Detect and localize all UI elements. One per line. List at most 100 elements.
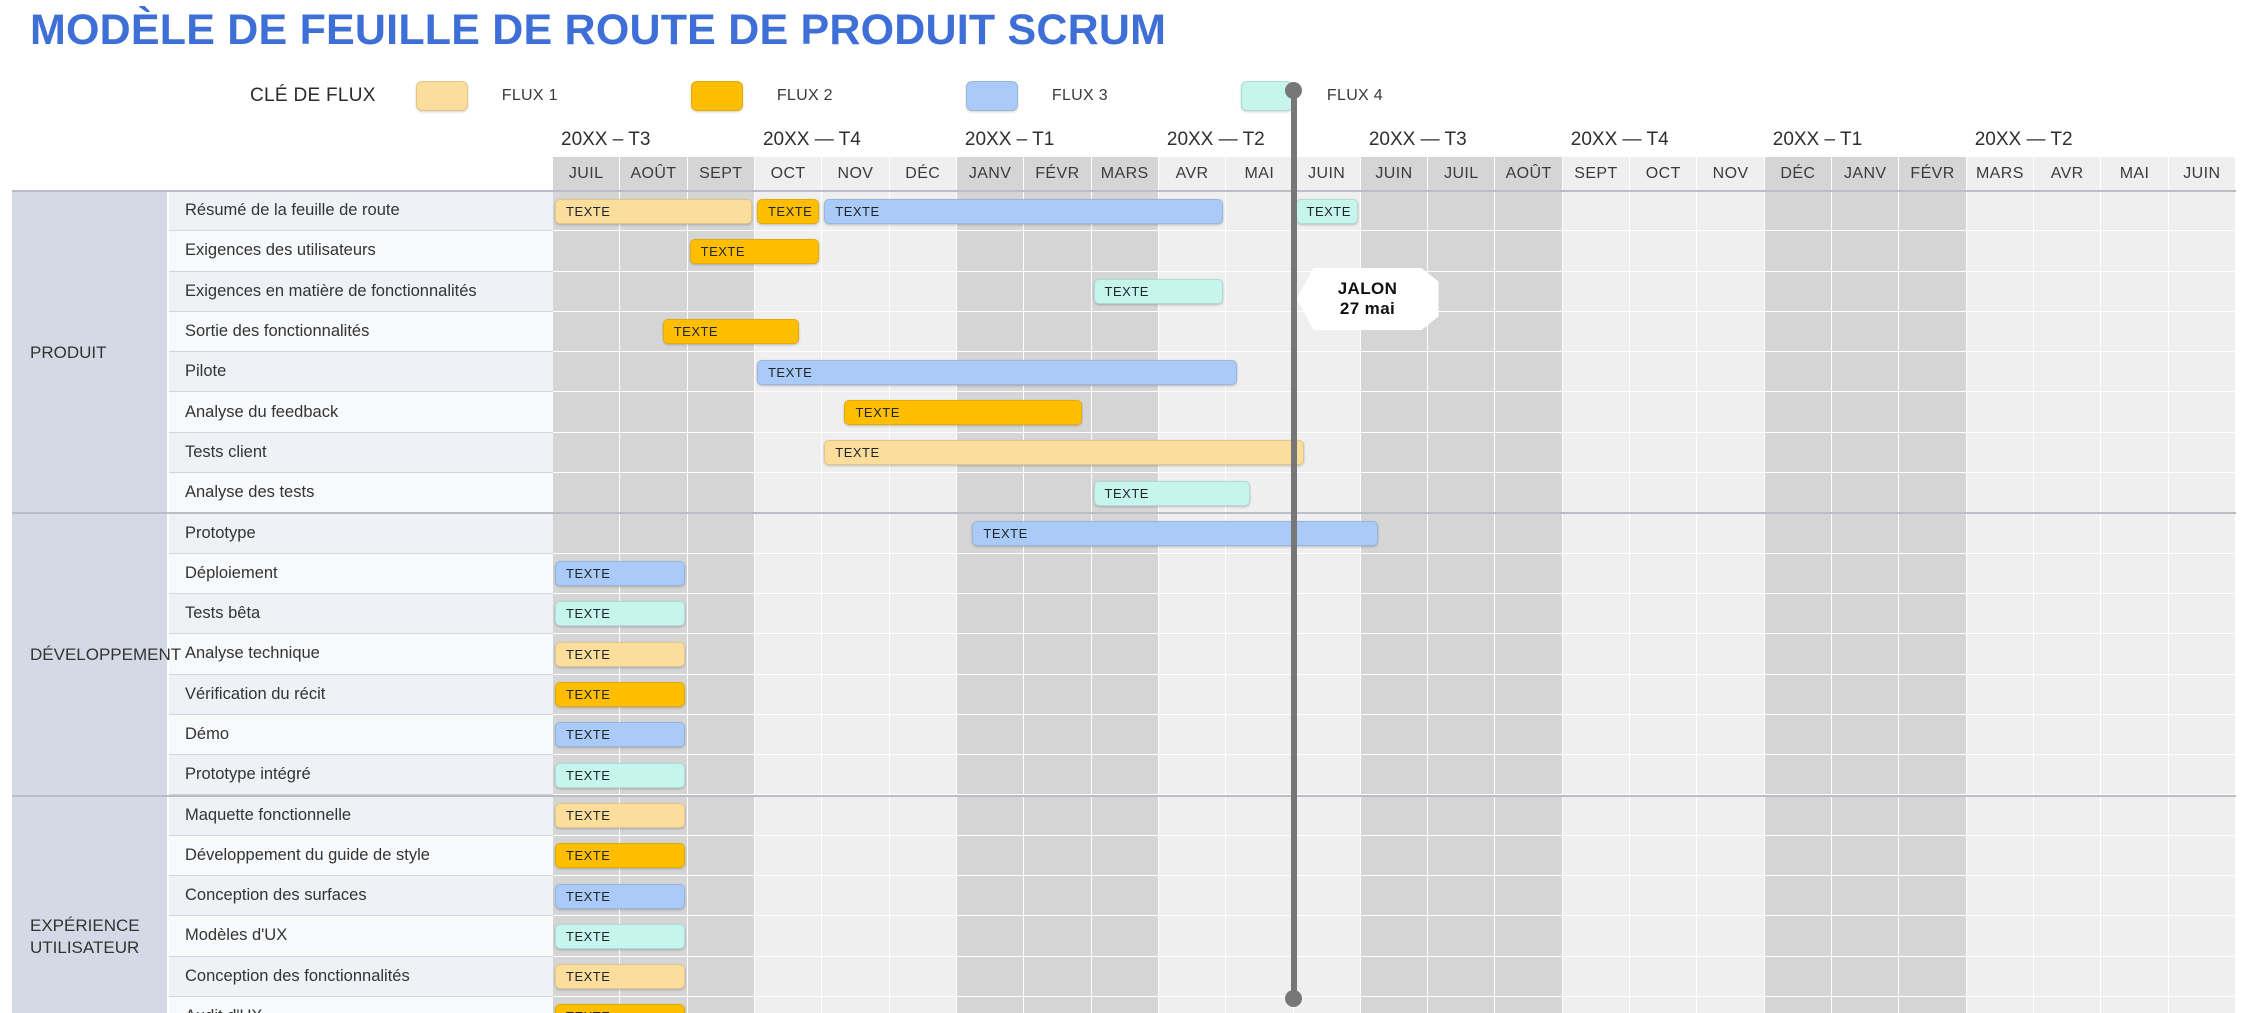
grid-cell[interactable]	[2168, 755, 2236, 796]
grid-cell[interactable]	[1158, 392, 1227, 433]
grid-cell[interactable]	[889, 311, 957, 353]
grid-cell[interactable]	[1360, 473, 1429, 514]
grid-cell[interactable]	[1832, 271, 1900, 312]
grid-cell[interactable]	[1832, 634, 1900, 675]
grid-cell[interactable]	[2168, 392, 2236, 433]
grid-cell[interactable]	[1158, 593, 1227, 635]
grid-cell[interactable]	[1899, 271, 1967, 312]
task-label[interactable]: Analyse technique	[169, 634, 553, 675]
grid-cell[interactable]	[1966, 674, 2035, 715]
task-label[interactable]: Exigences des utilisateurs	[169, 231, 553, 272]
grid-cell[interactable]	[754, 593, 823, 635]
grid-cell[interactable]	[2034, 755, 2102, 796]
grid-cell[interactable]	[889, 795, 957, 836]
grid-cell[interactable]	[754, 473, 823, 514]
grid-cell[interactable]	[1091, 876, 1159, 917]
grid-cell[interactable]	[1428, 714, 1496, 756]
grid-cell[interactable]	[1226, 392, 1294, 433]
grid-cell[interactable]	[1091, 755, 1159, 796]
task-label[interactable]: Conception des fonctionnalités	[169, 956, 553, 997]
grid-cell[interactable]	[1024, 593, 1092, 635]
grid-cell[interactable]	[754, 835, 823, 877]
grid-cell[interactable]	[1360, 392, 1429, 433]
grid-cell[interactable]	[1832, 392, 1900, 433]
grid-cell[interactable]	[1495, 593, 1563, 635]
grid-cell[interactable]	[1226, 916, 1294, 957]
task-label[interactable]: Analyse des tests	[169, 473, 553, 514]
grid-cell[interactable]	[1697, 553, 1765, 594]
grid-cell[interactable]	[1764, 835, 1833, 877]
grid-cell[interactable]	[1428, 755, 1496, 796]
grid-cell[interactable]	[553, 432, 621, 474]
grid-cell[interactable]	[956, 996, 1025, 1013]
grid-cell[interactable]	[2101, 311, 2169, 353]
grid-cell[interactable]	[1697, 835, 1765, 877]
grid-cell[interactable]	[1495, 634, 1563, 675]
grid-cell[interactable]	[2168, 593, 2236, 635]
grid-cell[interactable]	[1966, 271, 2035, 312]
grid-cell[interactable]	[1226, 835, 1294, 877]
grid-cell[interactable]	[2101, 553, 2169, 594]
grid-cell[interactable]	[1899, 231, 1967, 272]
grid-cell[interactable]	[1899, 755, 1967, 796]
grid-cell[interactable]	[1764, 714, 1833, 756]
grid-cell[interactable]	[822, 311, 890, 353]
grid-cell[interactable]	[956, 473, 1025, 514]
grid-cell[interactable]	[687, 795, 755, 836]
grid-cell[interactable]	[956, 795, 1025, 836]
grid-cell[interactable]	[1293, 956, 1361, 997]
grid-cell[interactable]	[889, 876, 957, 917]
grid-cell[interactable]	[687, 553, 755, 594]
grid-cell[interactable]	[1562, 271, 1631, 312]
grid-cell[interactable]	[822, 674, 890, 715]
grid-cell[interactable]	[1966, 392, 2035, 433]
grid-cell[interactable]	[1226, 271, 1294, 312]
grid-cell[interactable]	[1428, 513, 1496, 554]
grid-cell[interactable]	[1697, 634, 1765, 675]
grid-cell[interactable]	[1899, 593, 1967, 635]
grid-cell[interactable]	[1630, 231, 1698, 272]
grid-cell[interactable]	[1966, 956, 2035, 997]
grid-cell[interactable]	[1562, 593, 1631, 635]
grid-cell[interactable]	[1360, 916, 1429, 957]
grid-cell[interactable]	[1495, 835, 1563, 877]
grid-cell[interactable]	[1966, 634, 2035, 675]
task-label[interactable]: Prototype intégré	[169, 755, 553, 796]
grid-cell[interactable]	[822, 553, 890, 594]
grid-cell[interactable]	[1091, 593, 1159, 635]
grid-cell[interactable]	[956, 916, 1025, 957]
grid-cell[interactable]	[1966, 311, 2035, 353]
grid-cell[interactable]	[687, 674, 755, 715]
grid-cell[interactable]	[1697, 231, 1765, 272]
grid-cell[interactable]	[1428, 835, 1496, 877]
grid-cell[interactable]	[1293, 634, 1361, 675]
grid-cell[interactable]	[687, 473, 755, 514]
grid-cell[interactable]	[1966, 513, 2035, 554]
grid-cell[interactable]	[687, 755, 755, 796]
grid-cell[interactable]	[822, 916, 890, 957]
grid-cell[interactable]	[889, 674, 957, 715]
grid-cell[interactable]	[1697, 473, 1765, 514]
grid-cell[interactable]	[1966, 795, 2035, 836]
grid-cell[interactable]	[1024, 231, 1092, 272]
grid-cell[interactable]	[1158, 755, 1227, 796]
grid-cell[interactable]	[1697, 876, 1765, 917]
grid-cell[interactable]	[889, 996, 957, 1013]
task-label[interactable]: Pilote	[169, 352, 553, 393]
grid-cell[interactable]	[1158, 674, 1227, 715]
grid-cell[interactable]	[822, 634, 890, 675]
grid-cell[interactable]	[1697, 191, 1765, 232]
grid-cell[interactable]	[2101, 996, 2169, 1013]
grid-cell[interactable]	[1764, 956, 1833, 997]
grid-cell[interactable]	[1158, 956, 1227, 997]
grid-cell[interactable]	[2034, 392, 2102, 433]
grid-cell[interactable]	[1764, 876, 1833, 917]
grid-cell[interactable]	[2168, 674, 2236, 715]
grid-cell[interactable]	[1428, 473, 1496, 514]
grid-cell[interactable]	[1495, 956, 1563, 997]
task-label[interactable]: Conception des surfaces	[169, 876, 553, 917]
gantt-bar-flux-4[interactable]: TEXTE	[1295, 198, 1358, 224]
grid-cell[interactable]	[889, 473, 957, 514]
grid-cell[interactable]	[2034, 191, 2102, 232]
grid-cell[interactable]	[1630, 916, 1698, 957]
